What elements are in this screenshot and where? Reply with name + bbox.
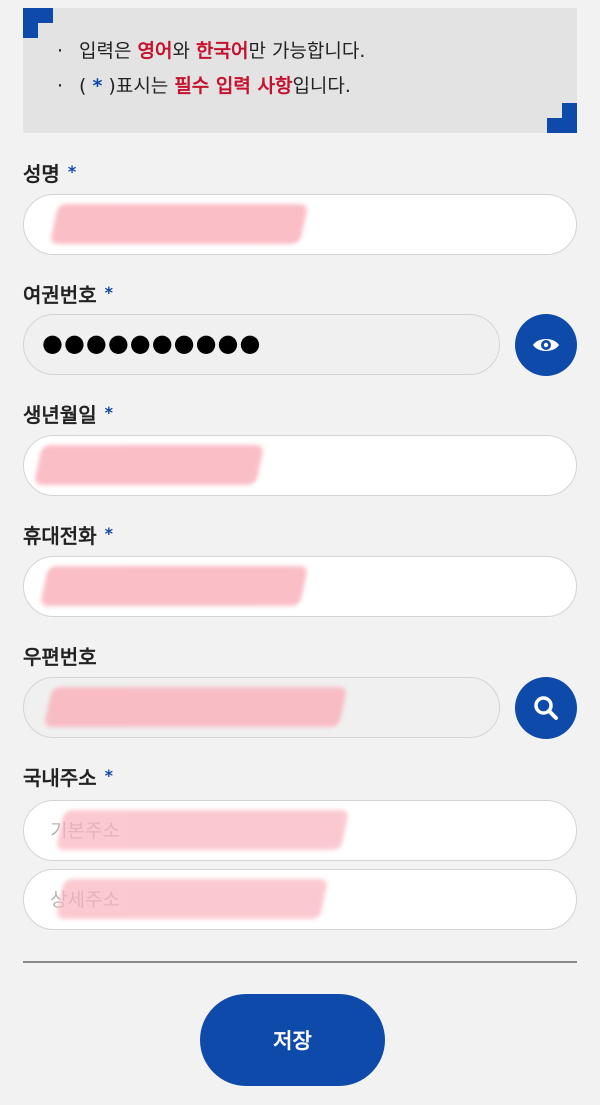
birthdate-label: 생년월일 * bbox=[23, 403, 113, 427]
zipcode-label: 우편번호 bbox=[23, 645, 97, 669]
required-mark: * bbox=[67, 162, 77, 181]
divider bbox=[23, 961, 577, 963]
save-button[interactable]: 저장 bbox=[200, 994, 385, 1086]
required-mark: * bbox=[104, 283, 113, 302]
passport-info-form: · 입력은 영어와 한국어만 가능합니다. ·( * )표시는 필수 입력 사항입… bbox=[0, 0, 600, 1105]
required-mark: * bbox=[104, 524, 113, 543]
required-mark: * bbox=[104, 403, 113, 422]
passport-field[interactable]: ●●●●●●●●●● bbox=[23, 314, 500, 375]
redacted-value bbox=[39, 566, 309, 606]
passport-label: 여권번호 * bbox=[23, 283, 113, 307]
redacted-value bbox=[55, 810, 350, 850]
phone-field[interactable] bbox=[23, 556, 577, 617]
redacted-value bbox=[33, 445, 265, 485]
address-label: 국내주소 * bbox=[23, 766, 113, 790]
search-icon bbox=[534, 696, 558, 720]
notice-line-language: · 입력은 영어와 한국어만 가능합니다. bbox=[57, 40, 366, 62]
basic-address-field[interactable] bbox=[23, 800, 577, 861]
redacted-value bbox=[55, 879, 329, 919]
eye-icon bbox=[533, 339, 559, 351]
corner-decoration-top-left bbox=[23, 8, 53, 38]
notice-box: · 입력은 영어와 한국어만 가능합니다. ·( * )표시는 필수 입력 사항입… bbox=[23, 8, 577, 133]
corner-decoration-bottom-right bbox=[547, 103, 577, 133]
name-label: 성명 * bbox=[23, 162, 77, 186]
phone-label: 휴대전화 * bbox=[23, 524, 113, 548]
zipcode-field[interactable] bbox=[23, 677, 500, 738]
passport-masked-value: ●●●●●●●●●● bbox=[42, 329, 262, 357]
redacted-value bbox=[49, 204, 309, 244]
zipcode-search-button[interactable] bbox=[515, 677, 577, 739]
detail-address-field[interactable] bbox=[23, 869, 577, 930]
redacted-value bbox=[43, 687, 348, 727]
required-mark: * bbox=[104, 766, 113, 785]
bullet: · bbox=[57, 75, 64, 97]
show-password-button[interactable] bbox=[515, 314, 577, 376]
notice-line-required: ·( * )표시는 필수 입력 사항입니다. bbox=[57, 75, 351, 97]
bullet: · bbox=[57, 40, 64, 62]
birthdate-field[interactable] bbox=[23, 435, 577, 496]
name-field[interactable] bbox=[23, 194, 577, 255]
